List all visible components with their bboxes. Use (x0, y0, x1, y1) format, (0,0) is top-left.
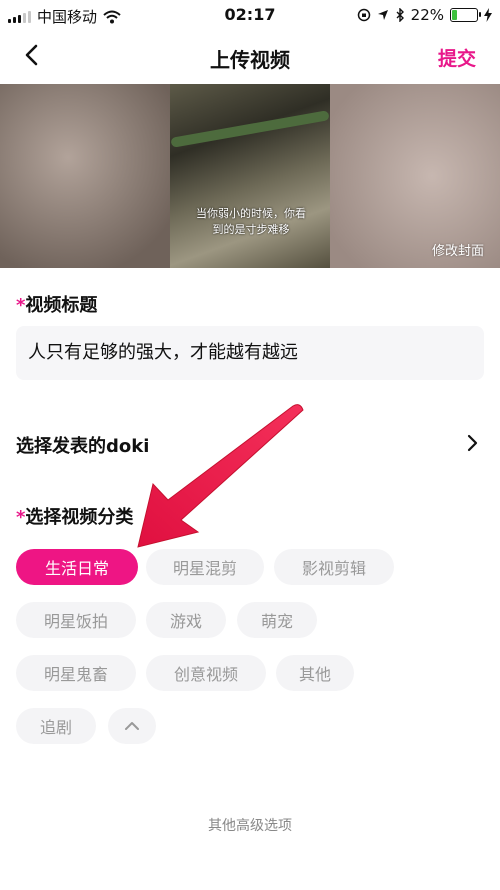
charging-icon (484, 8, 492, 22)
advanced-options-link[interactable]: 其他高级选项 (0, 815, 500, 835)
required-mark: * (16, 295, 26, 316)
cover-subtitle: 当你弱小的时候，你看 到的是寸步难移 (176, 206, 326, 238)
submit-button[interactable]: 提交 (438, 44, 476, 71)
edit-cover-button[interactable]: 修改封面 (432, 240, 484, 259)
page-title: 上传视频 (210, 48, 290, 72)
category-tag-drama[interactable]: 追剧 (16, 708, 96, 744)
cover-subtitle-line1: 当你弱小的时候，你看 (196, 207, 306, 220)
category-tag-daily-life[interactable]: 生活日常 (16, 549, 138, 585)
chevron-up-icon (125, 722, 139, 730)
video-title-input[interactable]: 人只有足够的强大，才能越有越远 (16, 326, 484, 380)
chevron-right-icon (467, 434, 478, 452)
cover-frame (170, 84, 330, 268)
cover-blur-left (0, 84, 170, 268)
battery-percent: 22% (410, 6, 444, 24)
category-tag-star-photo[interactable]: 明星饭拍 (16, 602, 136, 638)
location-icon (377, 10, 388, 20)
video-title-label-text: 视频标题 (25, 295, 98, 316)
select-doki-row[interactable]: 选择发表的doki (0, 420, 500, 466)
battery-icon (450, 8, 481, 22)
select-doki-label: 选择发表的doki (16, 436, 150, 457)
lock-rotation-icon (357, 8, 370, 22)
category-tag-star-kichiku[interactable]: 明星鬼畜 (16, 655, 136, 691)
cover-branch-shape (170, 110, 330, 148)
cover-subtitle-line2: 到的是寸步难移 (212, 223, 290, 236)
category-label: *选择视频分类 (16, 503, 133, 529)
bluetooth-icon (396, 8, 404, 22)
category-tag-star-mix[interactable]: 明星混剪 (146, 549, 264, 585)
category-tag-creative[interactable]: 创意视频 (146, 655, 266, 691)
video-cover[interactable]: 当你弱小的时候，你看 到的是寸步难移 修改封面 (0, 84, 500, 268)
collapse-tags-button[interactable] (108, 708, 156, 744)
required-mark: * (16, 507, 26, 528)
category-tag-other[interactable]: 其他 (276, 655, 354, 691)
category-label-text: 选择视频分类 (25, 507, 134, 528)
category-tag-game[interactable]: 游戏 (146, 602, 226, 638)
category-tag-film-edit[interactable]: 影视剪辑 (274, 549, 394, 585)
status-right: 22% (357, 6, 492, 24)
video-title-label: *视频标题 (16, 291, 97, 317)
nav-bar: 上传视频 提交 (0, 30, 500, 84)
category-tag-pets[interactable]: 萌宠 (237, 602, 317, 638)
status-bar: 中国移动 02:17 22% (0, 0, 500, 30)
